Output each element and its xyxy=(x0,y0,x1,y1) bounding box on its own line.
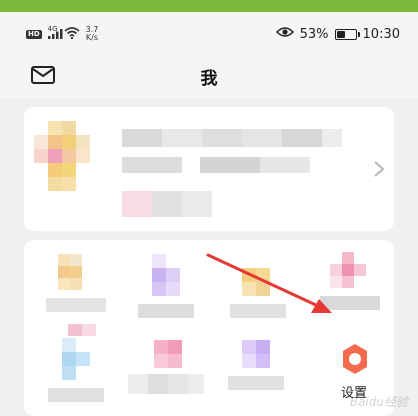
battery-icon xyxy=(334,28,360,40)
profile-subtitle-redacted xyxy=(122,157,322,173)
grid-item[interactable] xyxy=(220,334,296,414)
battery-fill xyxy=(336,30,346,38)
top-accent-bar xyxy=(0,0,418,12)
wifi-icon xyxy=(64,26,80,42)
clock-time: 10:30 xyxy=(362,26,400,42)
profile-card[interactable] xyxy=(24,107,394,231)
settings-gear-icon xyxy=(343,344,367,374)
avatar xyxy=(34,121,90,191)
profile-name-redacted xyxy=(122,129,342,147)
eye-comfort-icon xyxy=(275,26,294,42)
grid-item[interactable] xyxy=(220,248,296,324)
battery-percent: 53% xyxy=(299,26,329,42)
status-left: HD 4G 3.7 K/s xyxy=(26,25,99,42)
profile-badge-redacted xyxy=(122,191,212,217)
grid-item[interactable] xyxy=(38,248,114,324)
network-speed: 3.7 K/s xyxy=(85,25,99,42)
grid-item[interactable] xyxy=(128,334,204,414)
page-header: 我 xyxy=(0,58,418,98)
status-right: 53% 10:30 xyxy=(275,26,400,42)
grid-item[interactable] xyxy=(128,248,204,324)
chevron-right-icon xyxy=(374,161,385,177)
hd-badge: HD xyxy=(26,29,42,39)
status-bar: HD 4G 3.7 K/s 53% 10:30 xyxy=(0,12,418,58)
page-title: 我 xyxy=(200,69,218,89)
signal-type-label: 4G xyxy=(47,25,58,33)
grid-item[interactable] xyxy=(312,248,388,324)
grid-item[interactable] xyxy=(38,324,114,414)
baidu-watermark: Baidu经验 xyxy=(349,395,408,409)
